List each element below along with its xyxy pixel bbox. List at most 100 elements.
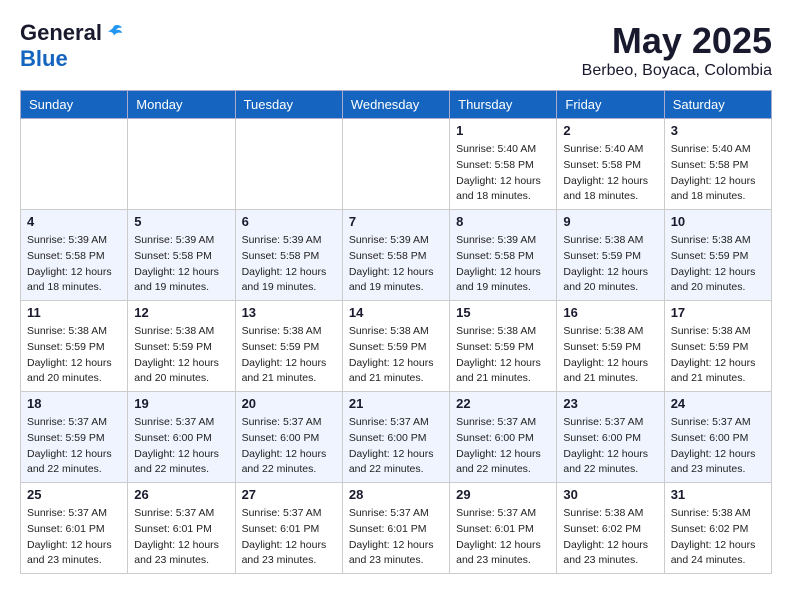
day-number: 20 (242, 396, 336, 411)
day-info: Sunrise: 5:38 AMSunset: 5:59 PMDaylight:… (134, 324, 228, 387)
day-number: 21 (349, 396, 443, 411)
day-number: 30 (563, 487, 657, 502)
day-number: 11 (27, 305, 121, 320)
day-number: 16 (563, 305, 657, 320)
day-number: 1 (456, 123, 550, 138)
weekday-header: Monday (128, 91, 235, 119)
day-info: Sunrise: 5:38 AMSunset: 5:59 PMDaylight:… (671, 233, 765, 296)
weekday-header: Saturday (664, 91, 771, 119)
calendar-cell: 10Sunrise: 5:38 AMSunset: 5:59 PMDayligh… (664, 210, 771, 301)
day-number: 25 (27, 487, 121, 502)
day-info: Sunrise: 5:40 AMSunset: 5:58 PMDaylight:… (671, 142, 765, 205)
calendar-cell: 24 Sunrise: 5:37 AMSunset: 6:00 PMDayligh… (664, 392, 771, 483)
calendar-cell: 22Sunrise: 5:37 AMSunset: 6:00 PMDayligh… (450, 392, 557, 483)
day-number: 19 (134, 396, 228, 411)
day-info: Sunrise: 5:38 AMSunset: 5:59 PMDaylight:… (563, 233, 657, 296)
day-info: Sunrise: 5:40 AMSunset: 5:58 PMDaylight:… (456, 142, 550, 205)
calendar-cell: 9 Sunrise: 5:38 AMSunset: 5:59 PMDaylight… (557, 210, 664, 301)
weekday-header: Friday (557, 91, 664, 119)
day-info: Sunrise: 5:37 AMSunset: 6:00 PMDaylight:… (242, 415, 336, 478)
calendar-cell (128, 119, 235, 210)
calendar-cell: 16 Sunrise: 5:38 AMSunset: 5:59 PMDayligh… (557, 301, 664, 392)
calendar-cell: 29 Sunrise: 5:37 AMSunset: 6:01 PMDayligh… (450, 483, 557, 574)
day-number: 9 (563, 214, 657, 229)
calendar-cell: 21 Sunrise: 5:37 AMSunset: 6:00 PMDayligh… (342, 392, 449, 483)
calendar-week-row: 11 Sunrise: 5:38 AMSunset: 5:59 PMDayligh… (21, 301, 772, 392)
calendar-cell: 14 Sunrise: 5:38 AMSunset: 5:59 PMDayligh… (342, 301, 449, 392)
day-info: Sunrise: 5:37 AMSunset: 5:59 PMDaylight:… (27, 415, 121, 478)
calendar-cell: 3 Sunrise: 5:40 AMSunset: 5:58 PMDaylight… (664, 119, 771, 210)
calendar-cell: 13 Sunrise: 5:38 AMSunset: 5:59 PMDayligh… (235, 301, 342, 392)
weekday-header: Thursday (450, 91, 557, 119)
weekday-header: Sunday (21, 91, 128, 119)
calendar-cell: 8 Sunrise: 5:39 AMSunset: 5:58 PMDaylight… (450, 210, 557, 301)
day-info: Sunrise: 5:39 AMSunset: 5:58 PMDaylight:… (349, 233, 443, 296)
weekday-header: Tuesday (235, 91, 342, 119)
day-number: 12 (134, 305, 228, 320)
day-number: 14 (349, 305, 443, 320)
day-info: Sunrise: 5:39 AMSunset: 5:58 PMDaylight:… (27, 233, 121, 296)
day-info: Sunrise: 5:37 AMSunset: 6:00 PMDaylight:… (671, 415, 765, 478)
day-number: 23 (563, 396, 657, 411)
day-number: 18 (27, 396, 121, 411)
calendar-week-row: 4 Sunrise: 5:39 AMSunset: 5:58 PMDaylight… (21, 210, 772, 301)
day-number: 7 (349, 214, 443, 229)
day-number: 27 (242, 487, 336, 502)
day-info: Sunrise: 5:37 AMSunset: 6:01 PMDaylight:… (242, 506, 336, 569)
day-info: Sunrise: 5:39 AMSunset: 5:58 PMDaylight:… (134, 233, 228, 296)
calendar-header-row: SundayMondayTuesdayWednesdayThursdayFrid… (21, 91, 772, 119)
calendar-cell: 31Sunrise: 5:38 AMSunset: 6:02 PMDayligh… (664, 483, 771, 574)
day-number: 2 (563, 123, 657, 138)
logo-blue: Blue (20, 46, 124, 72)
calendar-cell: 17Sunrise: 5:38 AMSunset: 5:59 PMDayligh… (664, 301, 771, 392)
calendar-cell: 11 Sunrise: 5:38 AMSunset: 5:59 PMDayligh… (21, 301, 128, 392)
day-info: Sunrise: 5:37 AMSunset: 6:00 PMDaylight:… (563, 415, 657, 478)
calendar-cell: 18 Sunrise: 5:37 AMSunset: 5:59 PMDayligh… (21, 392, 128, 483)
day-number: 22 (456, 396, 550, 411)
calendar-cell: 7 Sunrise: 5:39 AMSunset: 5:58 PMDaylight… (342, 210, 449, 301)
calendar-cell: 26 Sunrise: 5:37 AMSunset: 6:01 PMDayligh… (128, 483, 235, 574)
logo: General Blue (20, 20, 124, 72)
logo-bird-icon (104, 23, 124, 43)
logo-general: General (20, 20, 102, 46)
day-number: 24 (671, 396, 765, 411)
day-number: 6 (242, 214, 336, 229)
weekday-header: Wednesday (342, 91, 449, 119)
day-number: 4 (27, 214, 121, 229)
calendar-cell: 30 Sunrise: 5:38 AMSunset: 6:02 PMDayligh… (557, 483, 664, 574)
day-info: Sunrise: 5:38 AMSunset: 5:59 PMDaylight:… (349, 324, 443, 387)
calendar-cell: 1 Sunrise: 5:40 AMSunset: 5:58 PMDaylight… (450, 119, 557, 210)
day-info: Sunrise: 5:38 AMSunset: 5:59 PMDaylight:… (242, 324, 336, 387)
day-info: Sunrise: 5:38 AMSunset: 6:02 PMDaylight:… (563, 506, 657, 569)
day-number: 17 (671, 305, 765, 320)
calendar-cell: 15Sunrise: 5:38 AMSunset: 5:59 PMDayligh… (450, 301, 557, 392)
day-info: Sunrise: 5:40 AMSunset: 5:58 PMDaylight:… (563, 142, 657, 205)
day-number: 29 (456, 487, 550, 502)
day-number: 8 (456, 214, 550, 229)
calendar-cell (21, 119, 128, 210)
day-info: Sunrise: 5:38 AMSunset: 5:59 PMDaylight:… (563, 324, 657, 387)
calendar-cell (235, 119, 342, 210)
calendar-cell: 23 Sunrise: 5:37 AMSunset: 6:00 PMDayligh… (557, 392, 664, 483)
day-info: Sunrise: 5:37 AMSunset: 6:01 PMDaylight:… (456, 506, 550, 569)
day-info: Sunrise: 5:37 AMSunset: 6:00 PMDaylight:… (134, 415, 228, 478)
day-info: Sunrise: 5:37 AMSunset: 6:01 PMDaylight:… (349, 506, 443, 569)
calendar-cell (342, 119, 449, 210)
page-header: General Blue May 2025 Berbeo, Boyaca, Co… (20, 20, 772, 80)
day-number: 26 (134, 487, 228, 502)
calendar-cell: 4 Sunrise: 5:39 AMSunset: 5:58 PMDaylight… (21, 210, 128, 301)
day-info: Sunrise: 5:37 AMSunset: 6:01 PMDaylight:… (27, 506, 121, 569)
day-number: 15 (456, 305, 550, 320)
calendar-cell: 6 Sunrise: 5:39 AMSunset: 5:58 PMDaylight… (235, 210, 342, 301)
day-number: 3 (671, 123, 765, 138)
day-info: Sunrise: 5:39 AMSunset: 5:58 PMDaylight:… (242, 233, 336, 296)
day-info: Sunrise: 5:38 AMSunset: 6:02 PMDaylight:… (671, 506, 765, 569)
calendar-cell: 2 Sunrise: 5:40 AMSunset: 5:58 PMDaylight… (557, 119, 664, 210)
calendar-cell: 20 Sunrise: 5:37 AMSunset: 6:00 PMDayligh… (235, 392, 342, 483)
day-number: 13 (242, 305, 336, 320)
calendar-cell: 25 Sunrise: 5:37 AMSunset: 6:01 PMDayligh… (21, 483, 128, 574)
day-info: Sunrise: 5:37 AMSunset: 6:01 PMDaylight:… (134, 506, 228, 569)
day-info: Sunrise: 5:37 AMSunset: 6:00 PMDaylight:… (349, 415, 443, 478)
day-info: Sunrise: 5:39 AMSunset: 5:58 PMDaylight:… (456, 233, 550, 296)
day-info: Sunrise: 5:38 AMSunset: 5:59 PMDaylight:… (27, 324, 121, 387)
